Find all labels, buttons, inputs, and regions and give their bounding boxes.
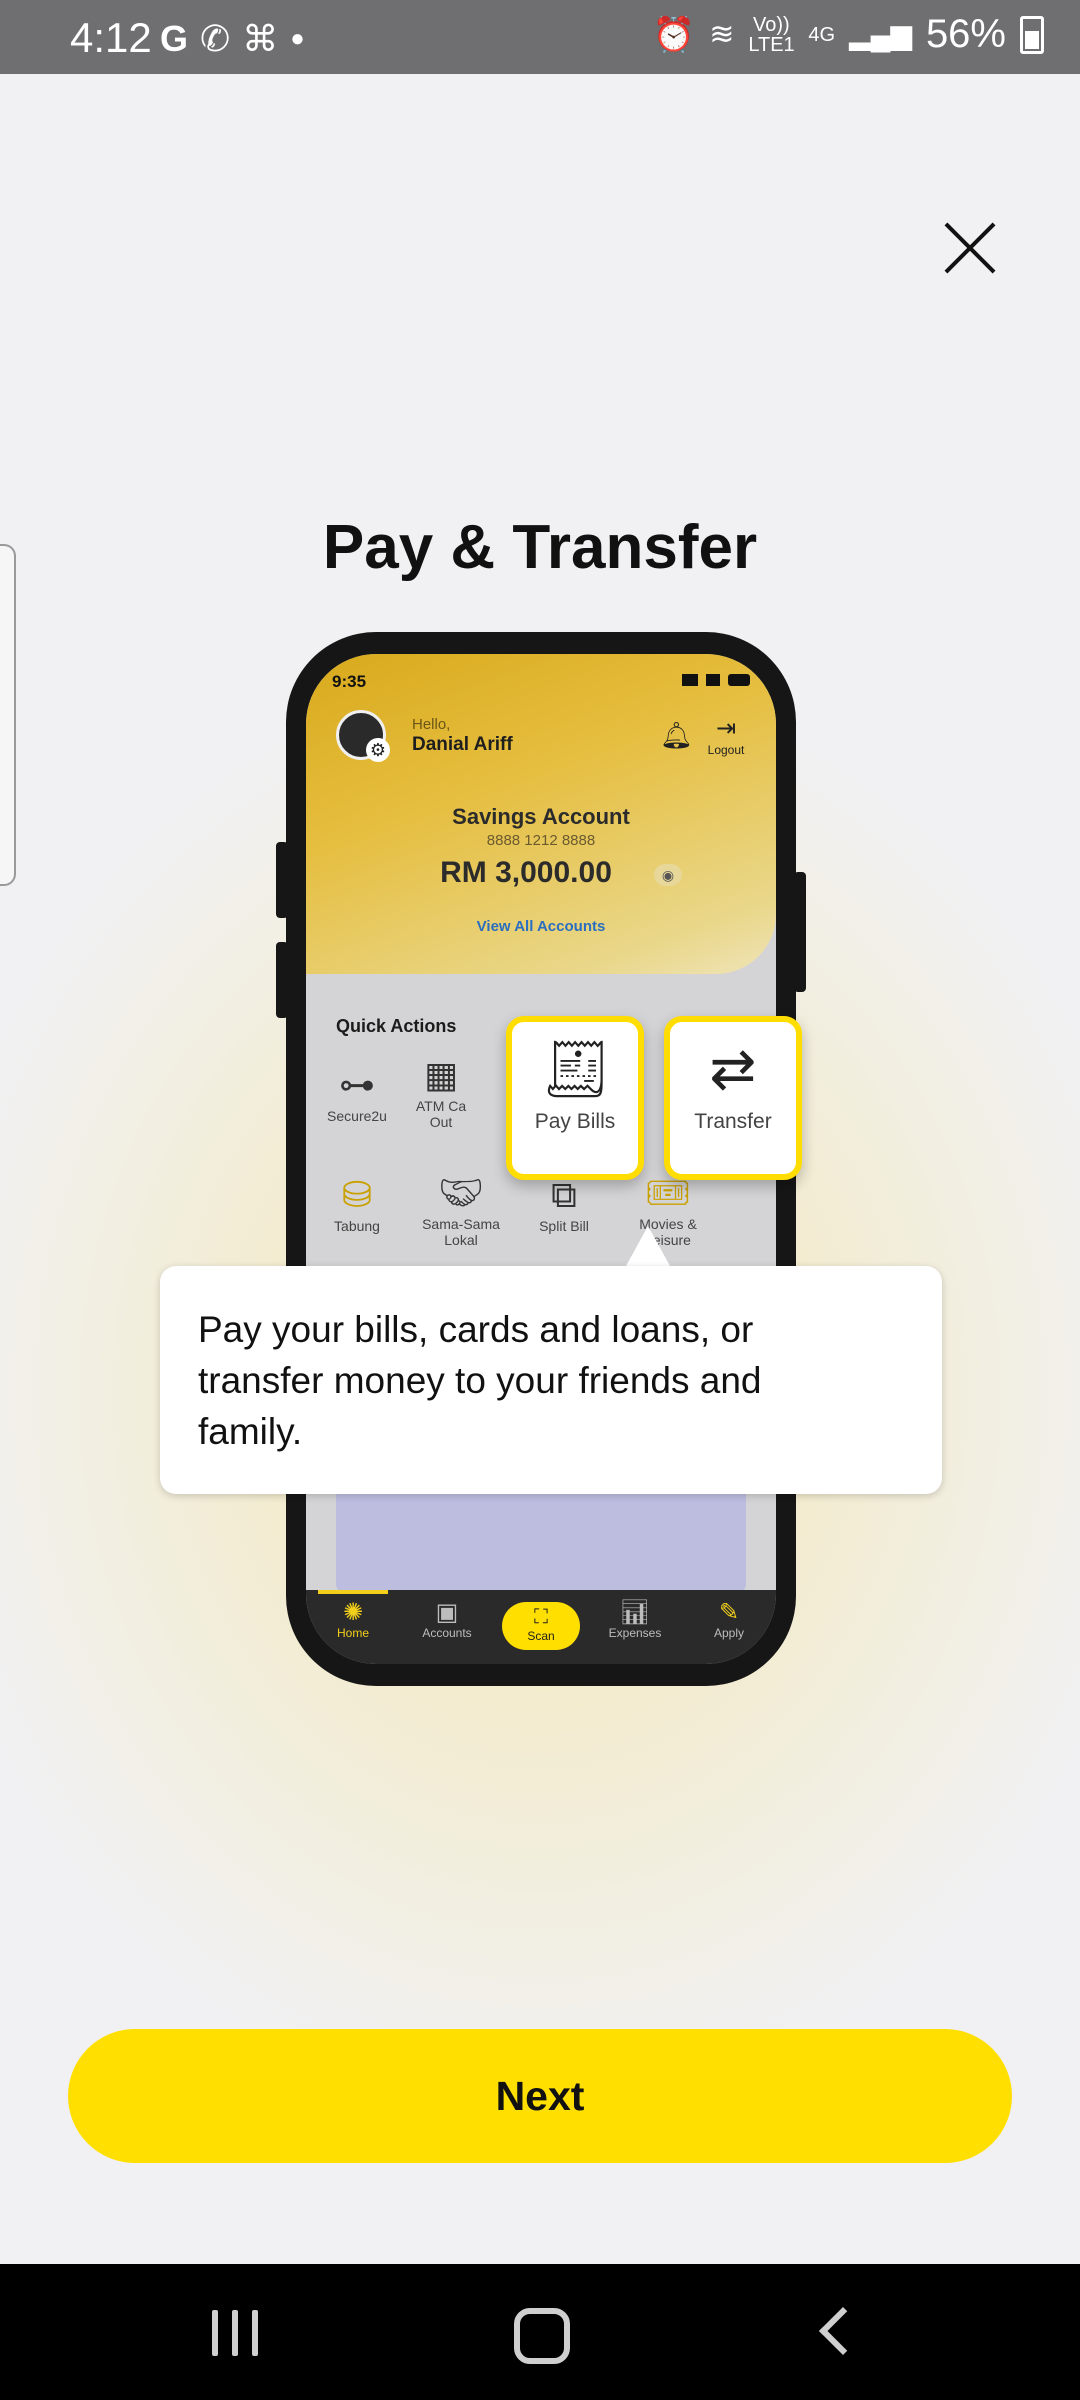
bell-icon: 🔔︎ [660, 720, 694, 750]
tab-scan: ⛶ Scan [494, 1590, 588, 1664]
phone-battery-icon [728, 674, 750, 686]
system-nav-bar [0, 2264, 1080, 2400]
chart-icon: 📊︎ [619, 1599, 651, 1626]
status-time: 4:12 [70, 14, 152, 61]
bill-icon: 🧾︎ [539, 1037, 611, 1100]
transfer-label: Transfer [694, 1110, 772, 1133]
quick-actions-title: Quick Actions [336, 1016, 457, 1036]
quick-action-tabung: ⛁ Tabung [307, 1174, 407, 1234]
tooltip-text: Pay your bills, cards and loans, or tran… [198, 1309, 762, 1452]
quick-action-atm: ▦ ATM Ca Out [406, 1054, 476, 1130]
tab-label: Accounts [422, 1626, 472, 1640]
logout-label: Logout [707, 743, 745, 757]
phone-side-button [794, 872, 806, 992]
tab-label: Expenses [608, 1626, 662, 1640]
tab-label: Apply [713, 1626, 745, 1640]
account-title: Savings Account [452, 804, 630, 829]
tab-label: Home [336, 1626, 369, 1640]
quick-action-secure2u: ⊶ Secure2u [307, 1064, 407, 1124]
back-button[interactable] [818, 2306, 868, 2356]
quick-action-label: Tabung [334, 1218, 380, 1234]
quick-action-label: Secure2u [327, 1108, 387, 1124]
tab-apply: ✎ Apply [682, 1590, 776, 1664]
phone-side-button [276, 842, 288, 918]
quick-action-label: ATM Ca Out [415, 1098, 467, 1130]
split-bill-icon: ⧉ [551, 1174, 577, 1215]
tooltip-arrow [626, 1226, 670, 1266]
page-title: Pay & Transfer [322, 513, 758, 582]
logout-icon: ⇥ [715, 715, 737, 742]
quick-action-sama-sama-lokal: 🤝︎ Sama-Sama Lokal [411, 1172, 511, 1248]
phone-wifi-icon [706, 674, 720, 686]
pay-bills-label: Pay Bills [534, 1110, 616, 1133]
account-header: 9:35 ⚙ Hello, Danial Ariff 🔔︎ ⇥ Logout S… [306, 654, 776, 974]
logout-item: ⇥ Logout [698, 714, 754, 757]
recents-button[interactable] [212, 2310, 258, 2356]
jar-icon: ⛁ [341, 1174, 373, 1215]
close-button[interactable] [940, 218, 1000, 278]
quick-action-label: Sama-Sama Lokal [422, 1216, 500, 1248]
status-right-icons: ⏰ ≋ Vo)) LTE1 4G ▂▄▆ 56% [653, 12, 1044, 57]
promo-card [336, 1484, 746, 1594]
handshake-icon: 🤝︎ [438, 1172, 484, 1213]
battery-icon [1020, 15, 1044, 54]
view-all-accounts-link: View All Accounts [476, 918, 606, 935]
alarm-icon: ⏰ [652, 15, 696, 54]
greeting: Hello, [412, 716, 451, 733]
dot-icon: ● [290, 25, 305, 52]
battery-percent: 56% [925, 12, 1006, 56]
tab-label: Scan [527, 1629, 555, 1643]
user-name: Danial Ariff [412, 734, 513, 755]
eye-icon: ◉ [654, 864, 682, 886]
tab-accounts: ▣ Accounts [400, 1590, 494, 1664]
key-icon: ⊶ [339, 1064, 375, 1105]
account-number: 8888 1212 8888 [486, 832, 596, 849]
google-icon: G [160, 18, 189, 59]
phone-tab-bar: ✺ Home ▣ Accounts ⛶ Scan 📊︎ Expenses ✎ A… [306, 1590, 776, 1664]
scan-icon: ⛶ [534, 1606, 548, 1628]
phone-status-icons [682, 674, 750, 686]
accounts-icon: ▣ [435, 1599, 459, 1626]
transfer-icon: ⇄ [709, 1037, 757, 1100]
transfer-highlight: ⇄ Transfer [664, 1016, 802, 1180]
phone-signal-icon [682, 674, 698, 686]
status-left-icons: G ✆ ⌘ ● [160, 18, 305, 60]
phone-time: 9:35 [332, 672, 367, 691]
phone-side-button [276, 942, 288, 1018]
edge-panel-handle[interactable] [0, 544, 16, 886]
app-icon: ⌘ [242, 18, 279, 59]
tab-expenses: 📊︎ Expenses [588, 1590, 682, 1664]
signal-icon: ▂▄▆ [849, 19, 912, 50]
network-label: 4G [808, 23, 836, 46]
tab-home: ✺ Home [306, 1590, 400, 1664]
whatsapp-icon: ✆ [200, 18, 231, 59]
home-icon: ✺ [342, 1599, 364, 1626]
wifi-icon: ≋ [709, 18, 735, 51]
tooltip: Pay your bills, cards and loans, or tran… [160, 1266, 942, 1494]
status-bar: 4:12 G ✆ ⌘ ● ⏰ ≋ Vo)) LTE1 4G ▂▄▆ 56% [0, 0, 1080, 74]
apply-icon: ✎ [718, 1599, 740, 1626]
atm-icon: ▦ [423, 1054, 458, 1095]
pay-bills-highlight: 🧾︎ Pay Bills [506, 1016, 644, 1180]
home-button[interactable] [514, 2308, 570, 2364]
quick-action-label: Split Bill [539, 1218, 589, 1234]
quick-action-split-bill: ⧉ Split Bill [514, 1174, 614, 1234]
volte-label: Vo)) LTE1 [748, 13, 795, 56]
gear-icon: ⚙ [366, 738, 390, 762]
next-button[interactable]: Next [68, 2029, 1012, 2163]
